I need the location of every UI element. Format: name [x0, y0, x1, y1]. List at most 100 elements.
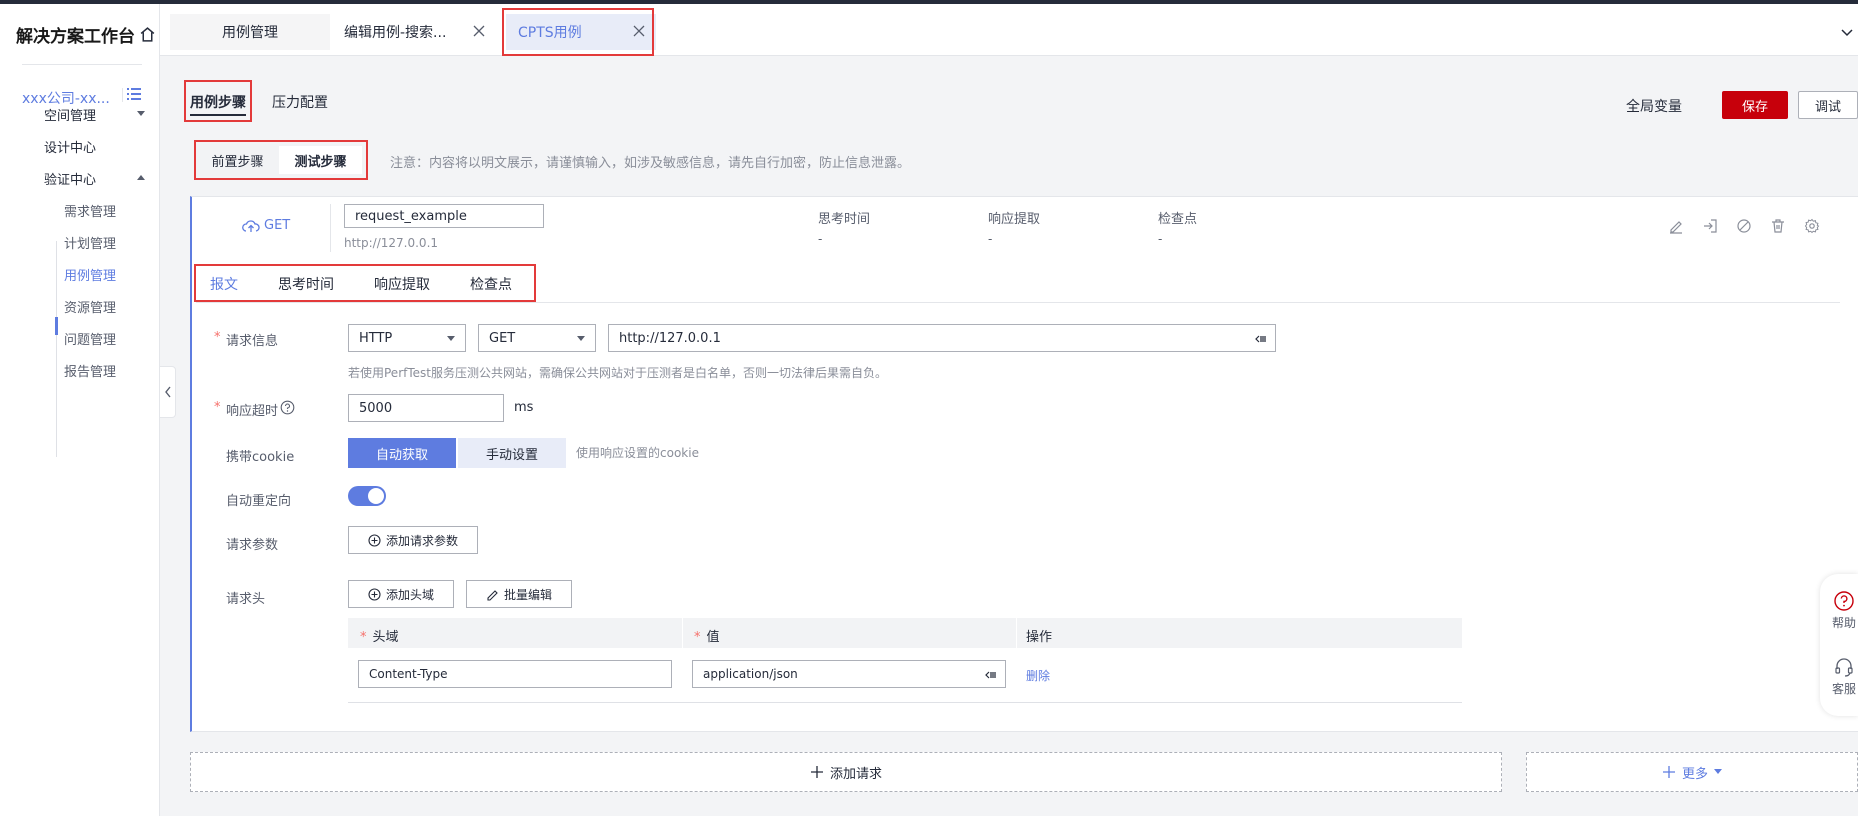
subnav-active-indicator — [55, 317, 58, 335]
protocol-select[interactable]: HTTP — [348, 324, 466, 352]
expand-icon[interactable] — [985, 669, 997, 681]
service-label: 客服 — [1831, 682, 1856, 696]
required-mark: * — [214, 400, 221, 415]
subnav-item-reports[interactable]: 报告管理 — [64, 361, 116, 380]
batch-edit-button[interactable]: 批量编辑 — [466, 580, 572, 608]
sidebar-collapse-button[interactable] — [160, 366, 176, 418]
table-bottom-line — [348, 702, 1462, 703]
tab-response-extract[interactable]: 响应提取 — [374, 274, 430, 294]
tab-case-management[interactable]: 用例管理 — [170, 14, 330, 50]
request-url-text: http://127.0.0.1 — [344, 236, 439, 250]
customer-service-button[interactable]: 客服 — [1830, 656, 1858, 697]
cookie-manual-button[interactable]: 手动设置 — [458, 438, 566, 468]
disable-icon[interactable] — [1736, 218, 1752, 234]
col-key-label: 头域 — [372, 630, 399, 645]
method-value: GET — [489, 330, 516, 346]
method-select[interactable]: GET — [478, 324, 596, 352]
nav-item-design[interactable]: 设计中心 — [44, 137, 96, 156]
cookie-hint: 使用响应设置的cookie — [576, 446, 699, 460]
delete-icon[interactable] — [1770, 218, 1786, 234]
nav-item-space[interactable]: 空间管理 — [44, 105, 96, 124]
brand[interactable]: 解决方案工作台 — [16, 22, 156, 47]
subnav-item-requirements[interactable]: 需求管理 — [64, 201, 116, 220]
col-header-key: * 头域 — [360, 626, 399, 645]
timeout-unit: ms — [514, 400, 534, 415]
subtabs-divider — [196, 302, 1840, 303]
tab-case-steps[interactable]: 用例步骤 — [190, 92, 246, 112]
export-icon[interactable] — [1702, 218, 1718, 234]
response-extract-label: 响应提取 — [988, 212, 1041, 227]
chevron-down-icon — [447, 336, 455, 341]
divider — [682, 618, 683, 648]
tab-checkpoint[interactable]: 检查点 — [470, 274, 512, 294]
required-mark: * — [694, 630, 701, 645]
headers-table-header — [348, 618, 1462, 648]
method-chip: GET — [242, 218, 290, 233]
chevron-left-icon — [164, 386, 171, 398]
test-steps-button[interactable]: 测试步骤 — [279, 146, 362, 174]
cookie-label: 携带cookie — [226, 450, 295, 465]
help-button[interactable]: 帮助 — [1830, 590, 1858, 631]
chevron-down-icon[interactable] — [1840, 26, 1854, 40]
add-request-button[interactable]: 添加请求 — [190, 752, 1502, 792]
tab-pressure-config[interactable]: 压力配置 — [272, 92, 328, 112]
edit-icon[interactable] — [1668, 218, 1684, 234]
nav-item-verify[interactable]: 验证中心 — [44, 169, 96, 188]
header-key-input[interactable]: Content-Type — [358, 660, 672, 688]
chevron-up-icon[interactable] — [137, 175, 145, 180]
chevron-down-icon[interactable] — [137, 111, 145, 116]
notice-text: 注意：内容将以明文展示，请谨慎输入，如涉及敏感信息，请先自行加密，防止信息泄露。 — [390, 156, 911, 171]
list-icon[interactable] — [126, 86, 142, 102]
subnav-item-plans[interactable]: 计划管理 — [64, 233, 116, 252]
tab-edit-case[interactable]: 编辑用例-搜索... — [332, 14, 496, 50]
think-time-label: 思考时间 — [818, 212, 871, 227]
response-extract-value: - — [988, 232, 993, 246]
url-value: http://127.0.0.1 — [619, 330, 721, 346]
headers-label: 请求头 — [226, 592, 266, 607]
cookie-auto-button[interactable]: 自动获取 — [348, 438, 456, 468]
tab-bar: 用例管理 编辑用例-搜索... CPTS用例 — [160, 4, 1858, 56]
more-button[interactable]: 更多 — [1526, 752, 1858, 792]
delete-link[interactable]: 删除 — [1026, 667, 1050, 684]
subnav-item-issues[interactable]: 问题管理 — [64, 329, 116, 348]
toggle-knob — [368, 488, 384, 504]
subtab-underline — [210, 300, 240, 302]
floating-help-panel: 帮助 客服 — [1820, 574, 1858, 716]
required-mark: * — [214, 330, 221, 345]
edit-icon — [487, 589, 498, 601]
redirect-toggle[interactable] — [348, 486, 386, 506]
timeout-input[interactable]: 5000 — [348, 394, 504, 422]
plus-icon — [810, 766, 823, 778]
url-input[interactable]: http://127.0.0.1 — [608, 324, 1276, 352]
add-params-button[interactable]: 添加请求参数 — [348, 526, 478, 554]
save-button[interactable]: 保存 — [1722, 91, 1788, 119]
add-header-label: 添加头域 — [385, 587, 434, 602]
subnav-item-resources[interactable]: 资源管理 — [64, 297, 116, 316]
tab-message[interactable]: 报文 — [210, 274, 238, 294]
debug-button[interactable]: 调试 — [1798, 91, 1858, 119]
checkpoint-value: - — [1158, 232, 1163, 246]
caret-down-icon — [1714, 769, 1722, 774]
request-name-input[interactable]: request_example — [344, 204, 544, 228]
add-header-button[interactable]: 添加头域 — [348, 580, 454, 608]
tab-cpts-case[interactable]: CPTS用例 — [506, 14, 656, 50]
tab-think-time[interactable]: 思考时间 — [278, 274, 334, 294]
help-icon[interactable] — [280, 400, 295, 415]
header-value-input[interactable]: application/json — [692, 660, 1006, 688]
tab-label: 编辑用例-搜索... — [344, 25, 447, 41]
required-mark: * — [360, 630, 367, 645]
plus-circle-icon — [368, 533, 381, 547]
sidebar: 解决方案工作台 xxx公司-xx... 空间管理 设计中心 验证中心 需求管理 … — [0, 4, 160, 816]
expand-icon[interactable] — [1255, 333, 1267, 345]
close-icon[interactable] — [472, 24, 486, 38]
pre-steps-button[interactable]: 前置步骤 — [196, 146, 279, 174]
global-variables-link[interactable]: 全局变量 — [1626, 96, 1682, 116]
subnav-item-cases[interactable]: 用例管理 — [64, 265, 116, 284]
divider — [122, 88, 123, 102]
help-label: 帮助 — [1831, 616, 1856, 630]
tab-label: 用例管理 — [222, 25, 278, 41]
settings-icon[interactable] — [1804, 218, 1820, 234]
timeout-label: 响应超时 — [226, 404, 279, 419]
headset-icon — [1835, 658, 1853, 677]
close-icon[interactable] — [632, 24, 646, 38]
